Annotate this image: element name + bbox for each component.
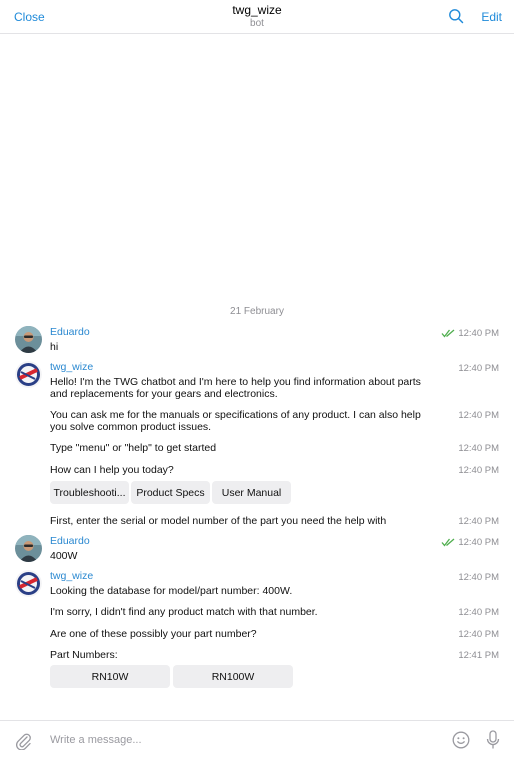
message-time: 12:40 PM: [458, 572, 499, 583]
edit-button[interactable]: Edit: [481, 10, 502, 24]
sender-name[interactable]: Eduardo: [50, 326, 90, 338]
chat-header: Close twg_wize bot Edit: [0, 0, 514, 34]
message-text: hi: [50, 341, 59, 353]
message-time: 12:40 PM: [458, 516, 499, 527]
message-time: 12:40 PM: [458, 443, 499, 454]
message-text: You can ask me for the manuals or specif…: [50, 409, 421, 433]
chat-title: twg_wize: [232, 3, 282, 17]
message-time: 12:41 PM: [458, 650, 499, 661]
message-text: 400W: [50, 550, 78, 562]
message-text: First, enter the serial or model number …: [50, 515, 387, 527]
message-time: 12:40 PM: [458, 328, 499, 339]
sender-name[interactable]: twg_wize: [50, 570, 93, 582]
message-text: I'm sorry, I didn't find any product mat…: [50, 606, 318, 618]
message-time: 12:40 PM: [458, 629, 499, 640]
message-time: 12:40 PM: [458, 607, 499, 618]
message-text: Part Numbers:: [50, 649, 118, 661]
keyboard-button-product-specs[interactable]: Product Specs: [131, 481, 210, 504]
chat-subtitle: bot: [250, 18, 264, 29]
message-composer: Write a message...: [0, 720, 514, 758]
sender-name[interactable]: Eduardo: [50, 535, 90, 547]
message-text: Type "menu" or "help" to get started: [50, 442, 217, 454]
message-time: 12:40 PM: [458, 410, 499, 421]
microphone-icon[interactable]: [486, 730, 500, 750]
avatar[interactable]: [15, 326, 42, 353]
message-time: 12:40 PM: [458, 363, 499, 374]
keyboard-button-troubleshooting[interactable]: Troubleshooti...: [50, 481, 129, 504]
emoji-icon[interactable]: [452, 731, 470, 749]
avatar[interactable]: [15, 535, 42, 562]
keyboard-button-rn10w[interactable]: RN10W: [50, 665, 170, 688]
message-text: How can I help you today?: [50, 464, 174, 476]
double-check-icon: [441, 329, 455, 338]
keyboard-button-rn100w[interactable]: RN100W: [173, 665, 293, 688]
keyboard-button-user-manual[interactable]: User Manual: [212, 481, 291, 504]
avatar[interactable]: [15, 570, 42, 597]
sender-name[interactable]: twg_wize: [50, 361, 93, 373]
avatar[interactable]: [15, 361, 42, 388]
search-icon[interactable]: [448, 8, 464, 24]
double-check-icon: [441, 538, 455, 547]
message-text: Looking the database for model/part numb…: [50, 585, 293, 597]
message-text: Are one of these possibly your part numb…: [50, 628, 257, 640]
chat-title-block[interactable]: twg_wize bot: [0, 3, 514, 30]
date-separator: 21 February: [230, 306, 284, 317]
message-time: 12:40 PM: [458, 465, 499, 476]
message-input[interactable]: Write a message...: [50, 734, 142, 746]
paperclip-icon[interactable]: [14, 730, 32, 750]
message-text: Hello! I'm the TWG chatbot and I'm here …: [50, 376, 421, 400]
message-list[interactable]: 21 February Eduardo hi 12:40 PM twg_wize…: [0, 34, 514, 720]
message-time: 12:40 PM: [458, 537, 499, 548]
